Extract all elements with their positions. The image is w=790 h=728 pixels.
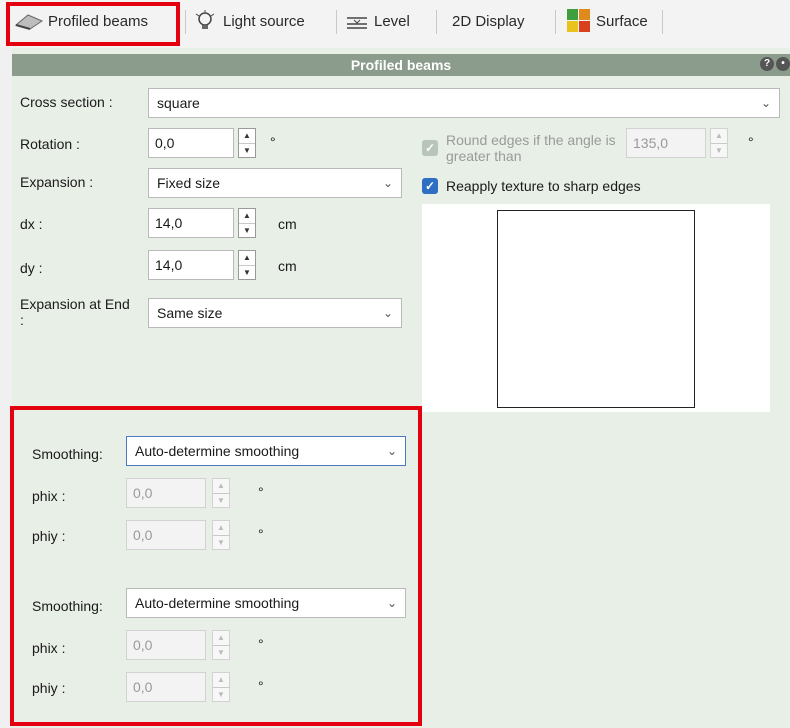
expansion-value: Fixed size [157, 175, 221, 191]
tab-label: Light source [223, 12, 305, 30]
arrow-down-icon[interactable]: ▼ [711, 142, 727, 158]
expansion-select[interactable]: Fixed size ⌄ [148, 168, 402, 198]
dy-input[interactable]: 14,0 [148, 250, 234, 280]
divider [662, 10, 663, 34]
preview-square [497, 210, 695, 408]
dx-spinner[interactable]: ▲ ▼ [238, 208, 256, 238]
dy-spinner[interactable]: ▲ ▼ [238, 250, 256, 280]
rotation-unit: ° [270, 134, 276, 150]
tab-level[interactable]: Level [344, 6, 410, 36]
dx-label: dx : [20, 216, 43, 232]
cross-section-select[interactable]: square ⌄ [148, 88, 780, 118]
rotation-input[interactable]: 0,0 [148, 128, 234, 158]
arrow-up-icon[interactable]: ▲ [239, 209, 255, 223]
divider [185, 10, 186, 34]
tab-surface[interactable]: Surface [566, 6, 648, 36]
arrow-down-icon[interactable]: ▼ [239, 222, 255, 238]
reapply-texture-label: Reapply texture to sharp edges [446, 178, 641, 194]
arrow-down-icon[interactable]: ▼ [239, 264, 255, 280]
dy-unit: cm [278, 258, 297, 274]
cross-section-value: square [157, 95, 200, 111]
dx-input[interactable]: 14,0 [148, 208, 234, 238]
chevron-down-icon: ⌄ [760, 96, 771, 110]
dx-unit: cm [278, 216, 297, 232]
round-edges-spinner[interactable]: ▲ ▼ [710, 128, 728, 158]
rotation-spinner[interactable]: ▲ ▼ [238, 128, 256, 158]
round-edges-label: Round edges if the angle is greater than [446, 132, 616, 164]
tab-label: 2D Display [452, 12, 525, 30]
expansion-end-select[interactable]: Same size ⌄ [148, 298, 402, 328]
arrow-up-icon[interactable]: ▲ [239, 251, 255, 265]
arrow-down-icon[interactable]: ▼ [239, 142, 255, 158]
arrow-up-icon[interactable]: ▲ [239, 129, 255, 143]
cross-section-label: Cross section : [20, 94, 113, 110]
dy-label: dy : [20, 260, 43, 276]
panel-title: Profiled beams [350, 57, 452, 73]
arrow-up-icon[interactable]: ▲ [711, 129, 727, 143]
expansion-label: Expansion : [20, 174, 94, 190]
panel-title-bar: Profiled beams ? • [12, 54, 790, 76]
divider [436, 10, 437, 34]
level-icon [344, 11, 370, 31]
pin-icon[interactable]: • [776, 57, 790, 71]
divider [336, 10, 337, 34]
light-source-icon [193, 10, 219, 32]
chevron-down-icon: ⌄ [382, 176, 393, 190]
round-edges-checkbox[interactable]: ✓ [422, 140, 438, 156]
round-edges-unit: ° [748, 134, 754, 150]
tab-2d-display[interactable]: 2D Display [452, 6, 525, 36]
rotation-label: Rotation : [20, 136, 80, 152]
tab-light-source[interactable]: Light source [193, 6, 305, 36]
tab-label: Level [374, 12, 410, 30]
round-edges-input[interactable]: 135,0 [626, 128, 706, 158]
help-icon[interactable]: ? [760, 57, 774, 71]
reapply-texture-checkbox[interactable]: ✓ [422, 178, 438, 194]
highlight-frame-smoothing [10, 406, 422, 726]
highlight-frame-tab [6, 2, 180, 46]
divider [555, 10, 556, 34]
expansion-end-label: Expansion at End : [20, 296, 130, 328]
tab-label: Surface [596, 12, 648, 30]
surface-icon [566, 8, 592, 34]
expansion-end-value: Same size [157, 305, 223, 321]
chevron-down-icon: ⌄ [382, 306, 393, 320]
